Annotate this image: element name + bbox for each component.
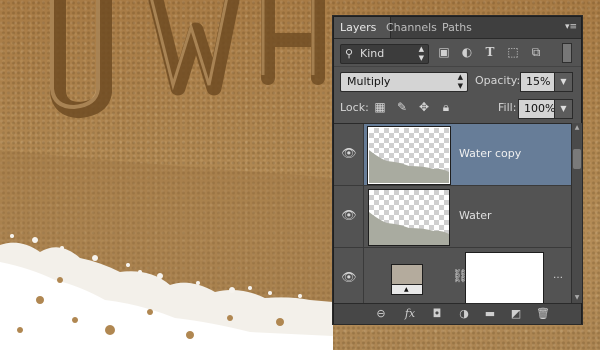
lock-transparent-pixels-icon[interactable]: ▦ xyxy=(373,100,387,114)
water-shape-thumbnail xyxy=(369,212,449,245)
add-mask-icon[interactable]: ◘ xyxy=(429,306,445,322)
link-layers-icon[interactable]: ⊖ xyxy=(373,306,389,322)
kind-filter-label: Kind xyxy=(360,47,385,60)
layer-name[interactable]: Water xyxy=(459,207,492,225)
eye-icon[interactable]: 👁︎ xyxy=(340,144,358,162)
visibility-cell: 👁︎ xyxy=(334,248,364,304)
panel-menu-icon[interactable]: ▾≡ xyxy=(563,21,577,33)
panel-footer: ⊖ fx ◘ ◑ ▬ ◩ 🗑︎ xyxy=(334,303,581,324)
filter-row: ⚲ Kind ▲ ▼ ▣ ◐ T ⬚ ⧉ xyxy=(334,39,581,66)
layer-row-water[interactable]: 👁︎ Water xyxy=(334,186,571,248)
layers-panel: Layers Channels Paths ▾≡ ⚲ Kind ▲ ▼ ▣ ◐ T… xyxy=(333,16,582,324)
blend-mode-value: Multiply xyxy=(347,75,391,88)
water-shape-thumbnail xyxy=(369,150,449,183)
fill-label: Fill: xyxy=(498,101,517,114)
layer-row-water-copy[interactable]: 👁︎ Water copy xyxy=(334,124,571,186)
layers-list: 👁︎ Water copy 👁︎ Water 👁︎ ▲ ⛓ … xyxy=(334,123,571,304)
opacity-label: Opacity: xyxy=(475,74,521,87)
blend-mode-select[interactable]: Multiply ▲ ▼ xyxy=(340,72,468,92)
visibility-cell: 👁︎ xyxy=(334,124,364,185)
eye-icon[interactable]: 👁︎ xyxy=(340,206,358,224)
new-group-icon[interactable]: ▬ xyxy=(482,306,498,322)
kind-filter-select[interactable]: ⚲ Kind ▲ ▼ xyxy=(340,44,429,64)
smart-object-filter-icon[interactable]: ⧉ xyxy=(527,43,545,61)
type-filter-icon[interactable]: T xyxy=(481,43,499,61)
opacity-input[interactable]: 15% xyxy=(520,72,555,92)
layer-thumbnail xyxy=(367,126,451,185)
new-layer-icon[interactable]: ◩ xyxy=(508,306,524,322)
scrollbar-thumb[interactable] xyxy=(573,149,581,169)
scroll-down-icon[interactable]: ▼ xyxy=(572,293,582,303)
lock-position-icon[interactable]: ✥ xyxy=(417,100,431,114)
filter-toggle-switch[interactable] xyxy=(562,43,572,63)
layers-scrollbar[interactable]: ▲ ▼ xyxy=(571,123,582,303)
layer-name[interactable]: Water copy xyxy=(459,145,521,163)
adjustment-filter-icon[interactable]: ◐ xyxy=(458,43,476,61)
levels-bar: ▲ xyxy=(392,284,422,294)
scroll-up-icon[interactable]: ▲ xyxy=(572,123,582,133)
trash-icon[interactable]: 🗑︎ xyxy=(535,306,551,322)
tab-paths[interactable]: Paths xyxy=(436,17,478,38)
tab-channels[interactable]: Channels xyxy=(380,17,443,38)
fx-icon[interactable]: fx xyxy=(402,306,418,322)
adjustment-layer-thumbnail: ▲ xyxy=(391,264,423,295)
search-icon: ⚲ xyxy=(345,47,354,60)
lock-row: Lock: ▦ ✎ ✥ 🔒︎ Fill: 100% ▼ xyxy=(334,94,581,122)
fill-slider-button[interactable]: ▼ xyxy=(554,99,573,119)
layer-mask-thumbnail[interactable] xyxy=(465,252,544,304)
blend-row: Multiply ▲ ▼ Opacity: 15% ▼ xyxy=(334,66,581,95)
lock-image-pixels-icon[interactable]: ✎ xyxy=(395,100,409,114)
shape-filter-icon[interactable]: ⬚ xyxy=(504,43,522,61)
lock-all-icon[interactable]: 🔒︎ xyxy=(439,100,453,114)
panel-tab-bar: Layers Channels Paths ▾≡ xyxy=(334,17,581,39)
layer-thumbnail xyxy=(368,189,450,246)
opacity-value: 15% xyxy=(526,75,551,88)
layer-row-adjustment[interactable]: 👁︎ ▲ ⛓ … xyxy=(334,248,571,304)
lock-label: Lock: xyxy=(340,101,369,114)
more-icon: … xyxy=(553,270,563,281)
chevron-updown-icon: ▲ ▼ xyxy=(457,73,463,90)
fill-value: 100% xyxy=(524,102,556,115)
adjustment-layer-icon[interactable]: ◑ xyxy=(456,306,472,322)
levels-slider-icon: ▲ xyxy=(404,286,409,293)
eye-icon[interactable]: 👁︎ xyxy=(340,268,358,286)
chevron-updown-icon: ▲ ▼ xyxy=(418,45,424,62)
image-filter-icon[interactable]: ▣ xyxy=(435,43,453,61)
visibility-cell: 👁︎ xyxy=(334,186,364,247)
opacity-slider-button[interactable]: ▼ xyxy=(554,72,573,92)
fill-input[interactable]: 100% xyxy=(518,99,555,119)
